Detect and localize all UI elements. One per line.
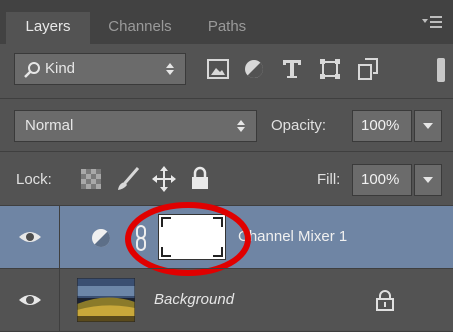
pixel-layer-filter-icon[interactable] — [206, 57, 230, 81]
layer-thumbnail[interactable] — [77, 278, 135, 322]
blend-mode-label: Normal — [25, 117, 74, 134]
divider — [0, 98, 453, 99]
smart-object-filter-icon[interactable] — [356, 57, 380, 81]
fill-field[interactable]: 100% — [352, 164, 412, 196]
layers-panel: Layers Channels Paths Kind Normal Opacit… — [0, 0, 453, 332]
tab-layers[interactable]: Layers — [6, 12, 90, 44]
lock-transparent-pixels-icon[interactable] — [80, 168, 102, 190]
lock-image-pixels-brush-icon[interactable] — [116, 166, 140, 192]
opacity-field[interactable]: 100% — [352, 110, 412, 142]
visibility-column — [0, 206, 60, 268]
lock-position-move-icon[interactable] — [152, 166, 176, 192]
type-layer-filter-icon[interactable] — [280, 57, 304, 81]
fill-value: 100% — [361, 171, 400, 188]
visibility-column — [0, 269, 60, 331]
select-arrows-icon — [237, 120, 245, 132]
opacity-dropdown-button[interactable] — [414, 110, 442, 142]
layer-locked-padlock-icon — [376, 290, 394, 311]
lock-label: Lock: — [16, 171, 52, 188]
fill-label: Fill: — [317, 171, 341, 188]
layer-row-background[interactable]: Background — [0, 269, 453, 331]
filter-row: Kind — [0, 44, 453, 98]
blend-mode-select[interactable]: Normal — [14, 110, 257, 142]
tab-channels[interactable]: Channels — [94, 12, 186, 44]
select-arrows-icon — [166, 63, 174, 75]
filter-kind-select[interactable]: Kind — [14, 53, 186, 85]
chevron-down-icon — [423, 177, 433, 183]
opacity-value: 100% — [361, 117, 400, 134]
eye-icon[interactable] — [18, 292, 42, 308]
tab-paths[interactable]: Paths — [196, 12, 258, 44]
lock-all-padlock-icon[interactable] — [190, 166, 210, 190]
panel-tab-bar: Layers Channels Paths — [0, 0, 453, 44]
opacity-label: Opacity: — [271, 117, 327, 134]
layer-name[interactable]: Channel Mixer 1 — [238, 228, 347, 245]
eye-icon[interactable] — [18, 229, 42, 245]
chevron-down-icon — [423, 123, 433, 129]
search-icon — [24, 62, 40, 78]
adjustment-layer-filter-icon[interactable] — [242, 57, 266, 81]
filter-toggle-switch[interactable] — [437, 58, 445, 82]
filter-kind-label: Kind — [45, 60, 76, 77]
fill-dropdown-button[interactable] — [414, 164, 442, 196]
divider — [0, 151, 453, 152]
layer-name[interactable]: Background — [154, 291, 234, 308]
adjustment-layer-icon — [92, 229, 110, 247]
shape-layer-filter-icon[interactable] — [318, 57, 342, 81]
panel-menu-icon[interactable] — [421, 14, 443, 30]
